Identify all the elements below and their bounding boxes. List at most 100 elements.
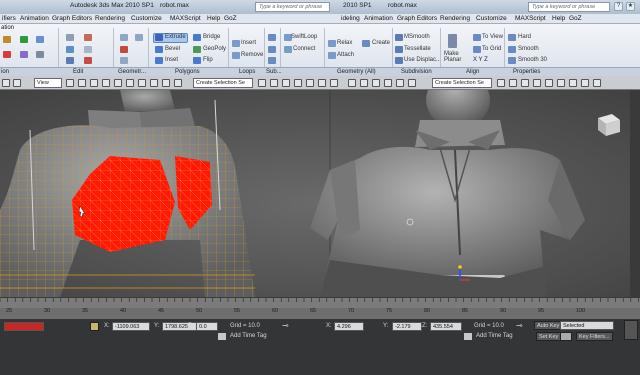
- bridge-label[interactable]: Bridge: [203, 34, 220, 40]
- modifier-stack-icon[interactable]: [36, 51, 44, 58]
- redo-icon[interactable]: [13, 79, 21, 87]
- snap-icon[interactable]: [114, 79, 122, 87]
- mirror-icon[interactable]: [174, 79, 182, 87]
- x-coord-field-left[interactable]: -1109.063: [112, 322, 150, 331]
- use-displac-label[interactable]: Use Displac...: [404, 57, 441, 63]
- edge-mode-icon[interactable]: [20, 36, 28, 43]
- pipe-icon[interactable]: [268, 34, 276, 41]
- key-mode-icon-right[interactable]: ⊸: [516, 321, 523, 330]
- named-selection-dropdown-right[interactable]: Create Selection Se: [432, 78, 492, 88]
- connect-label[interactable]: Connect: [293, 46, 315, 52]
- preserve-uvs-icon[interactable]: [66, 57, 74, 64]
- reference-coord-dropdown[interactable]: View: [34, 78, 62, 88]
- to-view-label[interactable]: To View: [482, 34, 503, 40]
- menu-maxscript-right[interactable]: MAXScript: [515, 15, 546, 22]
- menu-graph-editors-right[interactable]: Graph Editors: [397, 15, 437, 22]
- z-coord-field-left[interactable]: 0.0: [196, 322, 218, 331]
- cut-tool-icon[interactable]: [84, 57, 92, 64]
- edit-named-sel-icon[interactable]: [162, 79, 170, 87]
- menu-modeling[interactable]: ideling: [341, 15, 360, 22]
- connect-icon[interactable]: [284, 46, 292, 53]
- remove-loop-icon[interactable]: [232, 52, 240, 59]
- angle-snap-icon[interactable]: [126, 79, 134, 87]
- polygon-mode-icon[interactable]: [3, 51, 11, 58]
- flip-label[interactable]: Flip: [203, 57, 213, 63]
- named-selection-dropdown-left[interactable]: Create Selection Se: [193, 78, 253, 88]
- collapse-icon[interactable]: [120, 46, 128, 53]
- relax-label[interactable]: Relax: [337, 40, 352, 46]
- align-icon-right[interactable]: [509, 79, 517, 87]
- mirror-icon-right[interactable]: [497, 79, 505, 87]
- key-selection-dropdown[interactable]: Selected: [560, 321, 614, 330]
- insert-label[interactable]: Insert: [241, 40, 256, 46]
- select-icon[interactable]: [66, 79, 74, 87]
- render-setup-icon-right[interactable]: [569, 79, 577, 87]
- detach-icon[interactable]: [120, 57, 128, 64]
- panel-label-properties[interactable]: Properties: [513, 69, 540, 75]
- z-coord-field-right[interactable]: 435.554: [430, 322, 462, 331]
- make-planar-icon[interactable]: [448, 34, 457, 48]
- schematic-icon-right[interactable]: [545, 79, 553, 87]
- smooth30-label[interactable]: Smooth 30: [518, 57, 547, 63]
- create-icon[interactable]: [362, 40, 370, 47]
- msmooth-label[interactable]: MSmooth: [404, 34, 430, 40]
- bevel-label[interactable]: Bevel: [165, 46, 180, 52]
- menu-goz-right[interactable]: GoZ: [569, 15, 582, 22]
- align-icon[interactable]: [270, 79, 278, 87]
- quickslice-icon[interactable]: [84, 46, 92, 53]
- time-tag-icon-right[interactable]: [464, 333, 472, 340]
- select-icon-right[interactable]: [348, 79, 356, 87]
- menu-customize-right[interactable]: Customize: [476, 15, 507, 22]
- menu-goz[interactable]: GoZ: [224, 15, 237, 22]
- x-coord-field-right[interactable]: 4.296: [334, 322, 364, 331]
- time-tag-icon[interactable]: [218, 333, 226, 340]
- element-mode-icon[interactable]: [20, 51, 28, 58]
- remove-label[interactable]: Remove: [241, 52, 263, 58]
- tessellate-icon[interactable]: [395, 46, 403, 53]
- weld-icon[interactable]: [268, 57, 276, 64]
- insert-loop-icon[interactable]: [232, 40, 240, 47]
- hard-label[interactable]: Hard: [518, 34, 531, 40]
- menu-rendering[interactable]: Rendering: [95, 15, 125, 22]
- schematic-icon[interactable]: [306, 79, 314, 87]
- move-icon-right[interactable]: [360, 79, 368, 87]
- key-filters-button[interactable]: Key Filters...: [576, 332, 613, 341]
- set-key-button[interactable]: Set Key: [536, 332, 562, 341]
- undo-icon[interactable]: [66, 34, 74, 41]
- relax-icon[interactable]: [328, 40, 336, 47]
- geopoly-label[interactable]: GeoPoly: [203, 46, 226, 52]
- menu-rendering-right[interactable]: Rendering: [440, 15, 470, 22]
- star-icon[interactable]: ★: [626, 2, 635, 11]
- menu-customize[interactable]: Customize: [131, 15, 162, 22]
- menu-modifiers[interactable]: ifiers: [2, 15, 16, 22]
- panel-label-edit[interactable]: Edit: [73, 69, 83, 75]
- material-editor-icon-right[interactable]: [557, 79, 565, 87]
- layers-icon-right[interactable]: [521, 79, 529, 87]
- panel-label-geometry-all[interactable]: Geometry (All): [337, 69, 376, 75]
- snap-icon-right[interactable]: [396, 79, 404, 87]
- make-planar-label[interactable]: Make Planar: [444, 51, 466, 63]
- viewport-scrollbar[interactable]: [630, 90, 640, 297]
- to-view-icon[interactable]: [473, 34, 481, 41]
- y-coord-field-right[interactable]: -2.179: [392, 322, 422, 331]
- swiftloop-label[interactable]: SwiftLoop: [291, 34, 317, 40]
- xyz-label[interactable]: X Y Z: [473, 57, 488, 63]
- auto-key-button[interactable]: Auto Key: [534, 321, 563, 330]
- inset-label[interactable]: Inset: [165, 57, 178, 63]
- vertex-mode-icon[interactable]: [3, 36, 11, 43]
- displace-icon[interactable]: [395, 57, 403, 64]
- time-config-icon[interactable]: [624, 320, 638, 340]
- rotate-icon-right[interactable]: [372, 79, 380, 87]
- border-mode-icon[interactable]: [36, 36, 44, 43]
- cut-icon[interactable]: [84, 34, 92, 41]
- menu-graph-editors[interactable]: Graph Editors: [52, 15, 92, 22]
- move-icon[interactable]: [78, 79, 86, 87]
- menu-help-right[interactable]: Help: [552, 15, 565, 22]
- menu-help[interactable]: Help: [207, 15, 220, 22]
- spinner-snap-icon[interactable]: [150, 79, 158, 87]
- panel-label-loops[interactable]: Loops: [239, 69, 255, 75]
- material-editor-icon[interactable]: [318, 79, 326, 87]
- bridge-icon[interactable]: [193, 34, 201, 41]
- timeline-trackbar[interactable]: 25 30 35 40 45 50 55 60 65 70 75 80 85 9…: [0, 297, 640, 319]
- panel-label-geometry[interactable]: Geometr...: [118, 69, 146, 75]
